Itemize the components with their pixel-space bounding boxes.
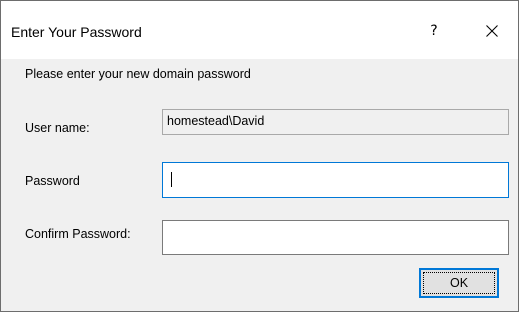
title-bar: Enter Your Password ?: [1, 1, 518, 59]
password-input[interactable]: [162, 162, 509, 198]
username-field: homestead\David: [162, 109, 509, 135]
username-label: User name:: [25, 121, 90, 135]
password-dialog: Enter Your Password ? Please enter your …: [0, 0, 519, 312]
ok-button-label: OK: [449, 276, 469, 290]
close-button[interactable]: [470, 15, 514, 47]
confirm-password-label: Confirm Password:: [25, 227, 131, 241]
text-cursor: [171, 172, 172, 187]
help-button[interactable]: ?: [412, 15, 456, 47]
close-icon: [486, 25, 498, 37]
question-mark-icon: ?: [430, 23, 438, 39]
ok-button[interactable]: OK: [419, 268, 499, 298]
confirm-password-input[interactable]: [162, 220, 509, 255]
dialog-title: Enter Your Password: [11, 24, 142, 40]
instruction-text: Please enter your new domain password: [25, 67, 251, 81]
password-label: Password: [25, 174, 80, 188]
username-value: homestead\David: [167, 114, 265, 128]
